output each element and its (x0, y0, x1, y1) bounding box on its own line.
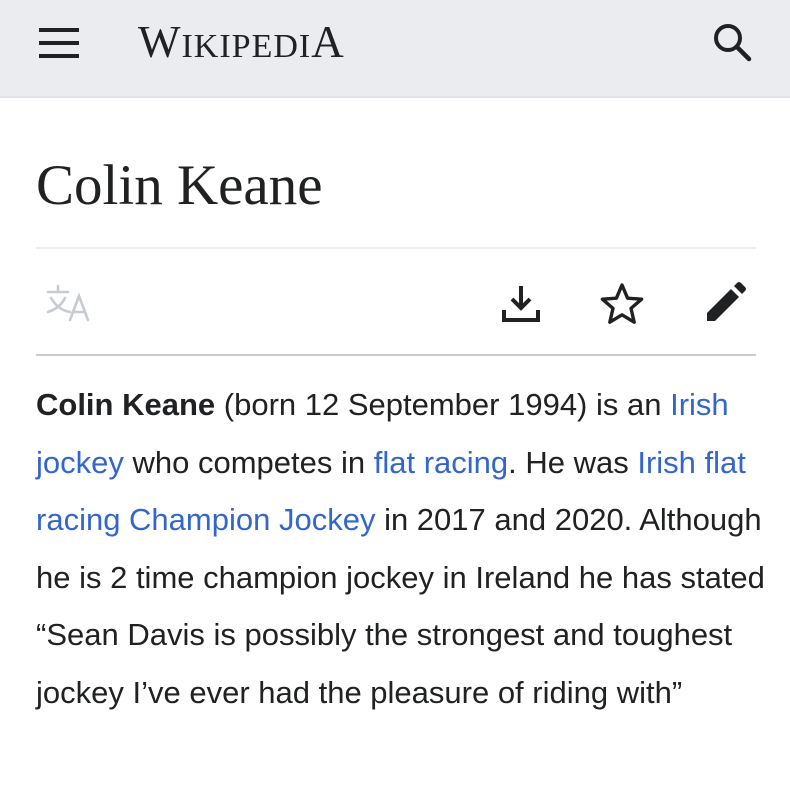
search-icon (714, 24, 752, 62)
title-divider (36, 247, 756, 249)
language-button[interactable] (40, 276, 96, 332)
link-flat-racing[interactable]: flat racing (374, 445, 508, 480)
lead-text: (born 12 September 1994) is an (215, 387, 671, 422)
wordmark-initial: W (138, 17, 182, 67)
wikipedia-wordmark[interactable]: WIKIPEDIA (138, 14, 345, 75)
watch-button[interactable] (594, 276, 650, 332)
download-icon (502, 286, 540, 322)
star-icon (600, 283, 644, 324)
download-button[interactable] (493, 276, 549, 332)
article-subject: Colin Keane (36, 387, 216, 422)
lead-text: who competes in (123, 444, 374, 480)
actions-divider (36, 354, 756, 356)
main-menu-button[interactable] (30, 18, 88, 68)
page-title: Colin Keane (36, 154, 323, 217)
hamburger-menu-icon (39, 28, 79, 58)
wordmark-final: A (311, 17, 345, 67)
search-button[interactable] (702, 14, 762, 70)
pencil-icon (707, 282, 746, 321)
article-lead-paragraph: Colin Keane (born 12 September 1994) is … (36, 376, 766, 721)
edit-button[interactable] (696, 276, 752, 332)
wordmark-middle: IKIPEDI (181, 28, 312, 65)
top-header-bar: WIKIPEDIA (0, 0, 790, 98)
language-icon (46, 284, 90, 322)
lead-text: . He was (508, 444, 638, 480)
